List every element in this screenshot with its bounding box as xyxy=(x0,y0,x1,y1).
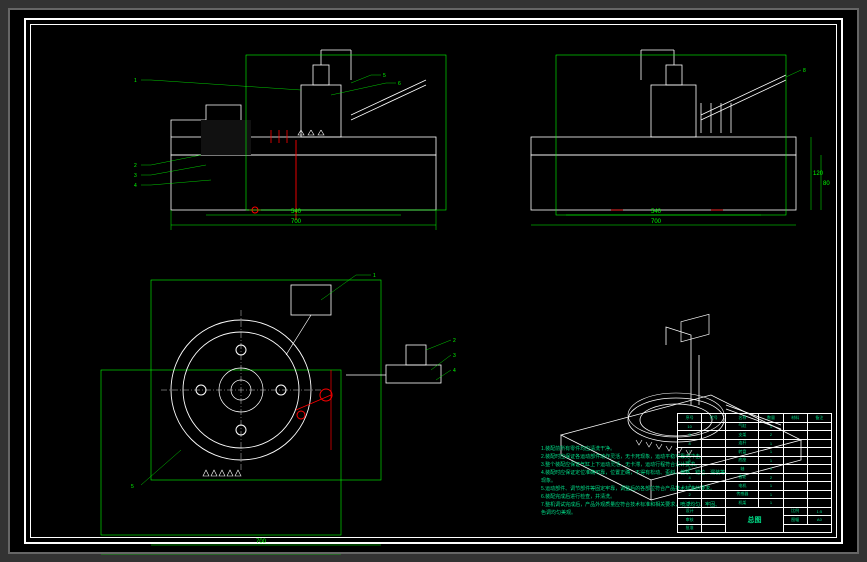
svg-text:540: 540 xyxy=(651,209,662,215)
svg-text:6: 6 xyxy=(398,81,401,87)
dim-front-width: 700 xyxy=(291,219,302,225)
svg-text:3: 3 xyxy=(134,173,137,179)
svg-text:80: 80 xyxy=(823,181,830,187)
bom-table: 序号代号名称数量材料备注 10气缸1 9支架2 8连杆1 7转盘1 6底座1 5… xyxy=(677,413,832,533)
table-row: 8连杆1 xyxy=(678,439,832,448)
title-block: 序号代号名称数量材料备注 10气缸1 9支架2 8连杆1 7转盘1 6底座1 5… xyxy=(677,413,832,533)
table-row: 序号代号名称数量材料备注 xyxy=(678,414,832,423)
table-row: 2传感器1 xyxy=(678,490,832,499)
svg-text:700: 700 xyxy=(256,539,267,545)
svg-text:3: 3 xyxy=(453,353,456,359)
cad-canvas[interactable]: 700 540 1 2 3 4 xyxy=(8,8,859,554)
svg-text:5: 5 xyxy=(131,484,134,490)
table-row: 1机架1 xyxy=(678,499,832,508)
view-top: 1 2 3 4 5 700 xyxy=(101,273,456,555)
table-row: 7转盘1 xyxy=(678,448,832,457)
table-row: 4齿轮2 xyxy=(678,473,832,482)
view-front: 700 540 1 2 3 4 xyxy=(134,50,446,230)
drawing-frame-outer: 700 540 1 2 3 4 xyxy=(24,18,843,544)
svg-text:2: 2 xyxy=(453,338,456,344)
svg-text:8: 8 xyxy=(803,68,806,74)
drawing-frame-inner: 700 540 1 2 3 4 xyxy=(30,24,837,538)
table-row: 9支架2 xyxy=(678,431,832,440)
svg-text:120: 120 xyxy=(813,171,824,177)
svg-text:1: 1 xyxy=(373,273,376,279)
table-row: 6底座1 xyxy=(678,456,832,465)
svg-text:4: 4 xyxy=(134,183,137,189)
title-row: 设计 总图 比例1:5 xyxy=(678,507,832,516)
table-row: 10气缸1 xyxy=(678,422,832,431)
drawing-title: 总图 xyxy=(726,507,783,533)
svg-text:5: 5 xyxy=(383,73,386,79)
svg-text:700: 700 xyxy=(651,219,662,225)
svg-text:1: 1 xyxy=(134,78,137,84)
table-row: 5轴1 xyxy=(678,465,832,474)
svg-text:2: 2 xyxy=(134,163,137,169)
view-side: 700 540 120 80 8 xyxy=(531,50,830,225)
table-row: 3电机1 xyxy=(678,482,832,491)
svg-text:4: 4 xyxy=(453,368,456,374)
